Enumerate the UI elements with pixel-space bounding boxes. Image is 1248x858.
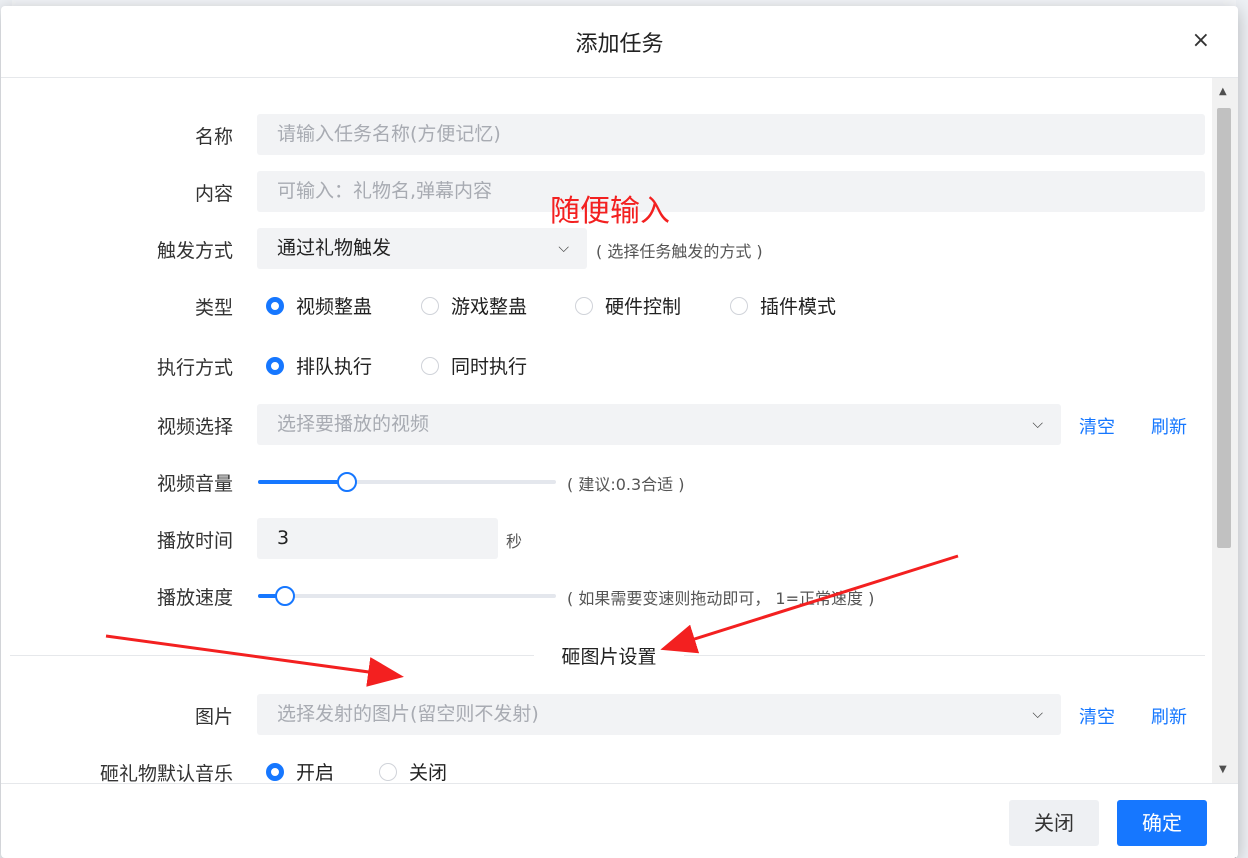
radio-checked-icon [266, 356, 284, 375]
radio-unchecked-icon [421, 356, 439, 375]
duration-unit: 秒 [506, 532, 523, 551]
radio-label: 同时执行 [451, 356, 528, 378]
trigger-hint: ( 选择任务触发的方式 ) [596, 242, 763, 261]
dialog-footer: 关闭 确定 [1, 783, 1238, 858]
confirm-button[interactable]: 确定 [1117, 800, 1207, 846]
duration-label: 播放时间 [156, 530, 233, 552]
chevron-down-icon: ⌵ [1032, 706, 1043, 722]
radio-label: 插件模式 [760, 296, 837, 318]
radio-checked-icon [266, 762, 284, 781]
music-radio-on[interactable]: 开启 [266, 758, 334, 783]
type-radio-game[interactable]: 游戏整蛊 [421, 292, 527, 319]
section-title: 砸图片设置 [534, 642, 684, 669]
chevron-down-icon: ⌵ [558, 240, 569, 256]
radio-label: 游戏整蛊 [451, 296, 528, 318]
video-refresh-link[interactable]: 刷新 [1151, 413, 1187, 439]
video-select[interactable]: 选择要播放的视频 ⌵ [257, 404, 1061, 445]
image-refresh-link[interactable]: 刷新 [1151, 703, 1187, 729]
volume-label: 视频音量 [156, 473, 233, 495]
dialog-header: 添加任务 × [1, 6, 1238, 78]
speed-label: 播放速度 [156, 587, 233, 609]
dialog-body: 名称 请输入任务名称(方便记忆) 内容 可输入：礼物名,弹幕内容 随便输入 触发… [1, 78, 1213, 783]
image-clear-link[interactable]: 清空 [1079, 703, 1115, 729]
exec-radio-queue[interactable]: 排队执行 [266, 352, 372, 379]
image-label: 图片 [194, 706, 233, 728]
volume-slider-fill [258, 480, 348, 484]
exec-label: 执行方式 [156, 357, 233, 379]
type-radio-video[interactable]: 视频整蛊 [266, 292, 372, 319]
chevron-down-icon: ⌵ [1032, 416, 1043, 432]
type-label: 类型 [194, 297, 233, 319]
type-radio-hardware[interactable]: 硬件控制 [575, 292, 681, 319]
add-task-dialog: 添加任务 × 名称 请输入任务名称(方便记忆) 内容 可输入：礼物名,弹幕内容 … [1, 6, 1238, 858]
volume-hint: ( 建议:0.3合适 ) [567, 475, 685, 494]
trigger-value: 通过礼物触发 [277, 237, 392, 259]
type-radio-plugin[interactable]: 插件模式 [730, 292, 836, 319]
volume-slider-handle[interactable] [337, 472, 358, 492]
close-icon[interactable]: × [1192, 28, 1210, 53]
image-placeholder: 选择发射的图片(留空则不发射) [277, 703, 539, 725]
scrollbar-thumb[interactable] [1217, 108, 1231, 548]
scroll-up-icon[interactable]: ▲ [1219, 86, 1227, 97]
radio-label: 关闭 [409, 762, 448, 783]
dialog-scrollbar[interactable]: ▲ ▼ [1212, 78, 1238, 783]
image-select[interactable]: 选择发射的图片(留空则不发射) ⌵ [257, 694, 1061, 735]
name-input[interactable]: 请输入任务名称(方便记忆) [257, 114, 1205, 155]
video-clear-link[interactable]: 清空 [1079, 413, 1115, 439]
speed-hint: ( 如果需要变速则拖动即可， 1=正常速度 ) [567, 589, 875, 608]
speed-slider-track[interactable] [258, 594, 556, 598]
radio-label: 排队执行 [296, 356, 373, 378]
name-label: 名称 [194, 126, 233, 148]
radio-unchecked-icon [421, 296, 439, 315]
radio-label: 视频整蛊 [296, 296, 373, 318]
music-radio-off[interactable]: 关闭 [379, 758, 447, 783]
trigger-select[interactable]: 通过礼物触发 ⌵ [257, 228, 587, 269]
trigger-label: 触发方式 [156, 240, 233, 262]
duration-input[interactable]: 3 [257, 518, 498, 559]
radio-unchecked-icon [730, 296, 748, 315]
scroll-down-icon[interactable]: ▼ [1219, 764, 1227, 775]
video-label: 视频选择 [156, 416, 233, 438]
speed-slider-handle[interactable] [274, 586, 295, 606]
exec-radio-parallel[interactable]: 同时执行 [421, 352, 527, 379]
radio-checked-icon [266, 296, 284, 315]
annotation-text: 随便输入 [550, 194, 670, 229]
music-label: 砸礼物默认音乐 [99, 763, 233, 783]
dialog-title: 添加任务 [575, 32, 664, 57]
content-label: 内容 [194, 183, 233, 205]
content-input[interactable]: 可输入：礼物名,弹幕内容 [257, 171, 1205, 212]
radio-label: 硬件控制 [605, 296, 682, 318]
video-placeholder: 选择要播放的视频 [277, 413, 430, 435]
close-button[interactable]: 关闭 [1009, 800, 1099, 846]
radio-unchecked-icon [379, 762, 397, 781]
radio-label: 开启 [296, 762, 335, 783]
radio-unchecked-icon [575, 296, 593, 315]
